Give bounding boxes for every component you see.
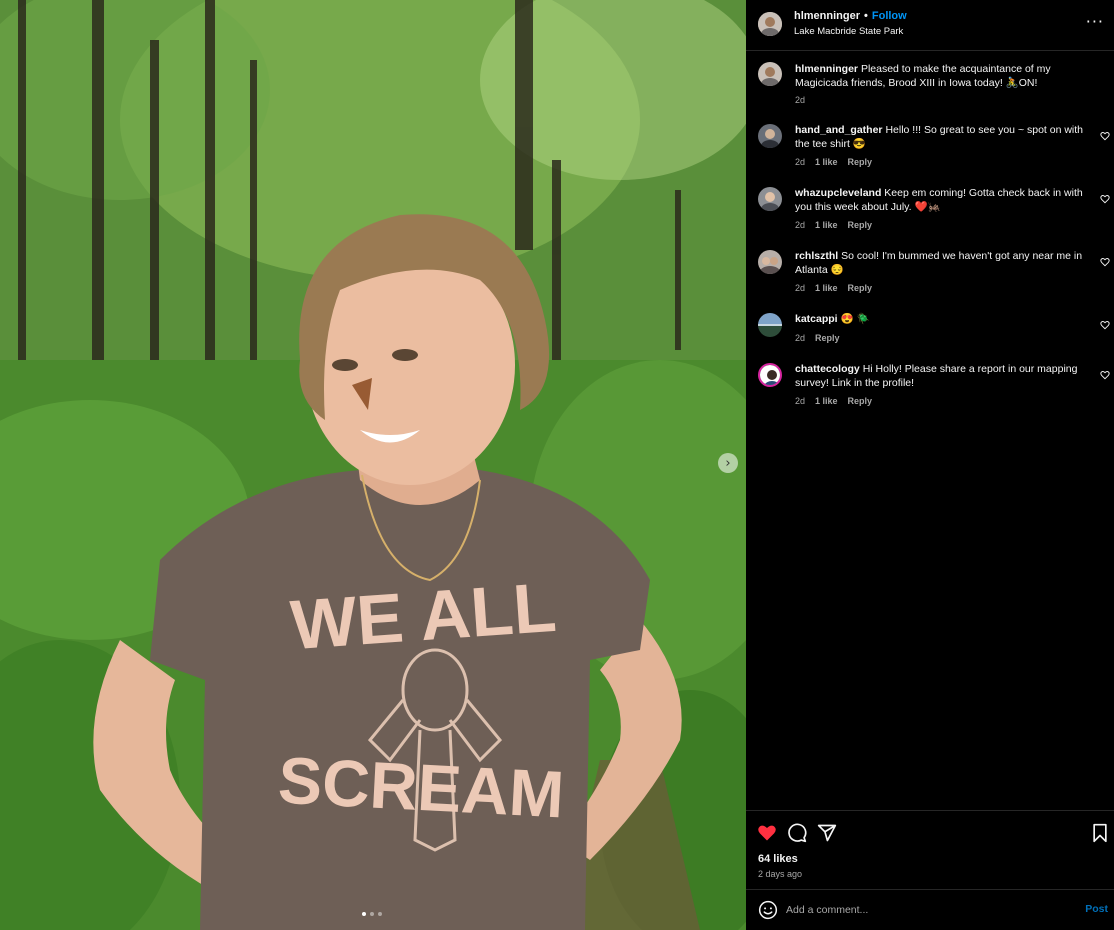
heart-outline-icon[interactable] [1100, 320, 1110, 330]
comment-time[interactable]: 2d [795, 157, 805, 167]
post-photo[interactable]: WE ALL SCREAM › [0, 0, 746, 930]
more-horizontal-icon[interactable]: ··· [1086, 12, 1104, 31]
comment-time[interactable]: 2d [795, 283, 805, 293]
comment-meta: 2d Reply [795, 333, 840, 343]
comment-username[interactable]: hand_and_gather [795, 124, 883, 136]
carousel-dot [378, 912, 382, 916]
author-avatar[interactable] [758, 12, 782, 36]
commenter-avatar[interactable] [758, 187, 782, 211]
comment-likes[interactable]: 1 like [815, 396, 838, 406]
heart-filled-icon[interactable] [757, 823, 777, 843]
add-comment-bar: Post [746, 889, 1114, 930]
caption-text-block: hlmenninger Pleased to make the acquaint… [795, 63, 1091, 90]
carousel-next-button[interactable]: › [718, 453, 738, 473]
follow-button[interactable]: Follow [872, 10, 907, 22]
commenter-avatar[interactable] [758, 250, 782, 274]
share-icon[interactable] [817, 823, 837, 843]
post-comment-button[interactable]: Post [1085, 903, 1108, 915]
caption-username[interactable]: hlmenninger [795, 63, 858, 75]
comment-likes[interactable]: 1 like [815, 283, 838, 293]
caption-meta: 2d [795, 95, 805, 105]
post-location[interactable]: Lake Macbride State Park [794, 26, 903, 37]
post-header: hlmenninger • Follow Lake Macbride State P… [746, 0, 1114, 51]
comment-text-block: katcappi 😍 🪲 [795, 313, 1091, 327]
post-time[interactable]: 2 days ago [758, 869, 802, 879]
comment-text-block: rchlszthl So cool! I'm bummed we haven't… [795, 250, 1091, 277]
comment-meta: 2d 1 like Reply [795, 396, 872, 406]
bookmark-icon[interactable] [1090, 823, 1110, 843]
emoji-icon[interactable] [758, 900, 778, 920]
reply-button[interactable]: Reply [848, 396, 873, 406]
likes-count[interactable]: 64 likes [758, 853, 798, 865]
carousel-dot [362, 912, 366, 916]
photo-scene: WE ALL SCREAM [0, 0, 746, 930]
commenter-avatar[interactable] [758, 124, 782, 148]
comment-time[interactable]: 2d [795, 333, 805, 343]
heart-outline-icon[interactable] [1100, 131, 1110, 141]
comment-time[interactable]: 2d [795, 220, 805, 230]
commenter-avatar-story[interactable] [758, 363, 782, 387]
heart-outline-icon[interactable] [1100, 194, 1110, 204]
reply-button[interactable]: Reply [848, 283, 873, 293]
comment-time[interactable]: 2d [795, 396, 805, 406]
comment-input[interactable] [786, 900, 1066, 920]
comment-icon[interactable] [787, 823, 807, 843]
comment-text-block: hand_and_gather Hello !!! So great to se… [795, 124, 1091, 151]
author-username[interactable]: hlmenninger [794, 10, 860, 22]
comment-likes[interactable]: 1 like [815, 220, 838, 230]
comment-meta: 2d 1 like Reply [795, 283, 872, 293]
heart-outline-icon[interactable] [1100, 257, 1110, 267]
comment-username[interactable]: rchlszthl [795, 250, 838, 262]
comment-username[interactable]: whazupcleveland [795, 187, 881, 199]
comment-meta: 2d 1 like Reply [795, 157, 872, 167]
carousel-indicator [362, 912, 382, 916]
separator-dot: • [864, 10, 868, 22]
comment-text: So cool! I'm bummed we haven't got any n… [795, 250, 1083, 276]
comment-text-block: whazupcleveland Keep em coming! Gotta ch… [795, 187, 1091, 214]
comment-likes[interactable]: 1 like [815, 157, 838, 167]
heart-outline-icon[interactable] [1100, 370, 1110, 380]
reply-button[interactable]: Reply [848, 220, 873, 230]
comment-text: 😍 🪲 [840, 313, 870, 325]
comment-username[interactable]: chattecology [795, 363, 860, 375]
reply-button[interactable]: Reply [815, 333, 840, 343]
comment-text-block: chattecology Hi Holly! Please share a re… [795, 363, 1091, 390]
caption-time[interactable]: 2d [795, 95, 805, 105]
carousel-dot [370, 912, 374, 916]
comment-username[interactable]: katcappi [795, 313, 838, 325]
post-actions: 64 likes 2 days ago [746, 810, 1114, 890]
chevron-right-icon: › [725, 455, 731, 471]
shirt-text-bottom: SCREAM [276, 743, 565, 832]
commenter-avatar[interactable] [758, 313, 782, 337]
comment-meta: 2d 1 like Reply [795, 220, 872, 230]
caption-avatar[interactable] [758, 62, 782, 86]
reply-button[interactable]: Reply [848, 157, 873, 167]
post-side-panel: hlmenninger • Follow Lake Macbride State P… [746, 0, 1114, 930]
